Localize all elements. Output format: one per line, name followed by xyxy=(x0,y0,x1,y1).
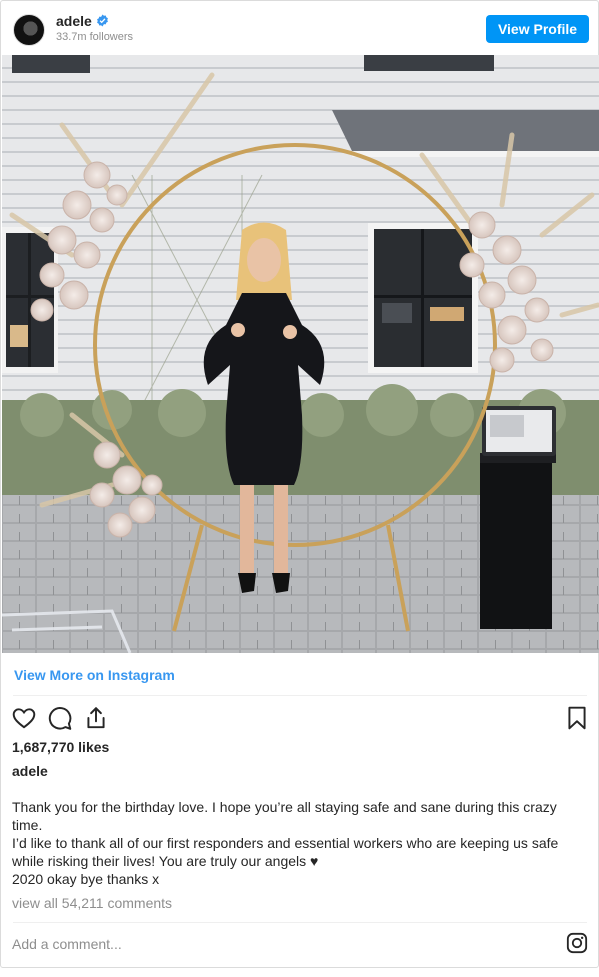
avatar[interactable] xyxy=(13,14,45,46)
comment-icon[interactable] xyxy=(47,705,73,731)
heart-icon[interactable] xyxy=(11,705,37,731)
caption-line: 2020 okay bye thanks x xyxy=(12,871,160,887)
view-comments-link[interactable]: view all 54,211 comments xyxy=(12,895,172,911)
caption-line: Thank you for the birthday love. I hope … xyxy=(12,799,557,833)
share-icon[interactable] xyxy=(83,705,109,731)
divider xyxy=(13,922,587,923)
caption-text: Thank you for the birthday love. I hope … xyxy=(12,798,578,888)
follower-count: 33.7m followers xyxy=(56,31,134,43)
username-row: adele xyxy=(56,13,109,29)
instagram-logo-icon[interactable] xyxy=(566,932,588,954)
bookmark-icon[interactable] xyxy=(564,705,590,731)
post-header: adele 33.7m followers View Profile xyxy=(1,1,598,55)
username-link[interactable]: adele xyxy=(56,13,92,29)
instagram-embed-card: adele 33.7m followers View Profile View … xyxy=(0,0,599,968)
add-comment-input[interactable]: Add a comment... xyxy=(12,936,122,952)
caption-username[interactable]: adele xyxy=(12,763,48,779)
like-count[interactable]: 1,687,770 likes xyxy=(12,739,109,755)
post-photo[interactable] xyxy=(2,55,599,653)
verified-badge-icon xyxy=(96,14,108,27)
caption-line: I’d like to thank all of our first respo… xyxy=(12,835,559,869)
view-more-link[interactable]: View More on Instagram xyxy=(14,667,175,683)
divider xyxy=(13,695,587,696)
view-profile-button[interactable]: View Profile xyxy=(486,15,589,43)
